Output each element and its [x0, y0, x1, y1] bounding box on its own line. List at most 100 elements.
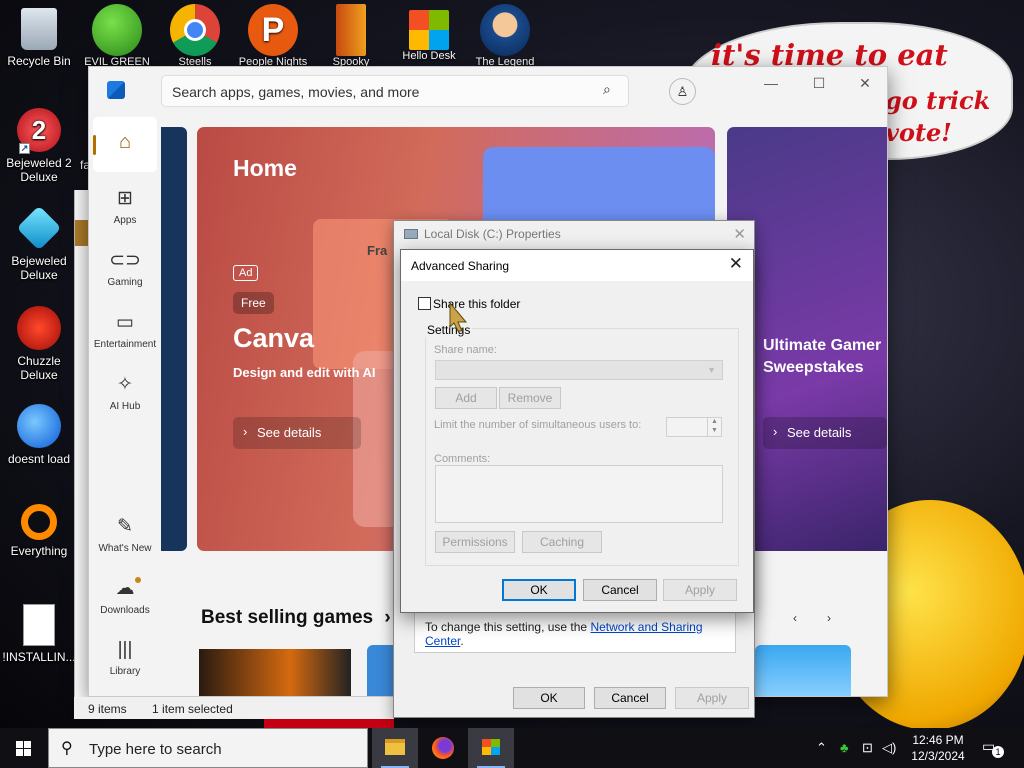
- permissions-button[interactable]: Permissions: [435, 531, 515, 553]
- share-name-dropdown[interactable]: ▼: [435, 360, 723, 380]
- taskbar: ⚲ Type here to search ⌃ ♣ ⊡ ◁) 12:46 PM …: [0, 728, 1024, 768]
- close-button[interactable]: ✕: [845, 75, 885, 95]
- share-name-label: Share name:: [434, 344, 497, 356]
- store-logo-icon: [107, 81, 125, 99]
- game-thumbnail[interactable]: [199, 649, 351, 696]
- taskbar-clock[interactable]: 12:46 PM 12/3/2024: [902, 732, 974, 764]
- limit-users-label: Limit the number of simultaneous users t…: [434, 419, 642, 431]
- share-this-folder-label[interactable]: Share this folder: [433, 297, 520, 311]
- add-button[interactable]: Add: [435, 387, 497, 409]
- apps-icon: ⊞: [117, 188, 133, 209]
- character-icon: [480, 4, 530, 56]
- stepper-up-icon[interactable]: ▲: [707, 418, 721, 427]
- carousel-arrows[interactable]: ‹›: [793, 611, 861, 625]
- everything-icon: [21, 504, 57, 540]
- desktop-icon-character[interactable]: The Legend: [470, 4, 540, 68]
- drive-icon: [404, 229, 418, 239]
- clock-time: 12:46 PM: [912, 733, 964, 747]
- properties-apply-button[interactable]: Apply: [675, 687, 749, 709]
- nav-whats-new[interactable]: ✎ What's New: [93, 515, 157, 554]
- notification-center-icon[interactable]: ▭ 1: [982, 738, 1004, 758]
- search-icon: ⚲: [61, 740, 73, 757]
- text-file-icon: [23, 604, 55, 646]
- taskbar-file-explorer[interactable]: [372, 728, 418, 768]
- start-button[interactable]: [0, 728, 48, 768]
- status-selected: 1 item selected: [152, 702, 233, 716]
- nav-apps[interactable]: ⊞ Apps: [93, 187, 157, 226]
- nav-library[interactable]: ||| Library: [93, 639, 157, 677]
- price-badge: Free: [233, 292, 274, 314]
- cancel-button[interactable]: Cancel: [583, 579, 657, 601]
- chevron-down-icon: ▼: [707, 365, 716, 375]
- desktop-icon-windows[interactable]: Hello Desk: [394, 4, 464, 62]
- nav-home[interactable]: ⌂: [93, 117, 157, 172]
- taskbar-store[interactable]: [468, 728, 514, 768]
- nav-ai-hub[interactable]: ✧ AI Hub: [93, 373, 157, 412]
- mouse-cursor-icon: [449, 302, 468, 332]
- profile-icon[interactable]: ♙: [669, 78, 696, 105]
- search-icon[interactable]: ⌕: [603, 81, 611, 98]
- maximize-button[interactable]: ☐: [799, 75, 839, 95]
- apply-button[interactable]: Apply: [663, 579, 737, 601]
- properties-cancel-button[interactable]: Cancel: [594, 687, 666, 709]
- downloads-badge: [135, 577, 141, 583]
- explorer-status-bar: 9 items 1 item selected: [74, 697, 394, 719]
- share-this-folder-checkbox[interactable]: [418, 297, 431, 310]
- store-titlebar: Search apps, games, movies, and more ⌕ ♙…: [89, 67, 887, 115]
- minimize-button[interactable]: —: [751, 75, 791, 95]
- see-details-button-2[interactable]: › See details: [763, 417, 887, 449]
- status-item-count: 9 items: [88, 702, 127, 716]
- desktop-icon-chrome[interactable]: Steells: [160, 4, 230, 68]
- limit-users-stepper[interactable]: ▲ ▼: [666, 417, 722, 437]
- chevron-up-icon[interactable]: ⌃: [816, 740, 827, 756]
- door-icon: [336, 4, 366, 56]
- properties-close-button[interactable]: ✕: [733, 225, 746, 243]
- ok-button[interactable]: OK: [502, 579, 576, 601]
- hero2-title: Ultimate Gamer Sweepstakes: [763, 337, 882, 376]
- desktop-icon-text-file[interactable]: !INSTALLIN...: [1, 604, 77, 664]
- bejeweled-icon: [16, 205, 62, 251]
- gamepad-icon: ⊂⊃: [109, 250, 141, 271]
- desktop-icon-everything[interactable]: Everything: [1, 504, 77, 558]
- taskbar-search-input[interactable]: ⚲ Type here to search: [48, 728, 368, 768]
- people-tray-icon[interactable]: ♣: [840, 740, 849, 755]
- desktop-icon-thunderbird[interactable]: doesnt load: [1, 404, 77, 466]
- film-icon: ▭: [116, 312, 134, 333]
- nav-entertainment[interactable]: ▭ Entertainment: [93, 311, 157, 350]
- best-selling-games-heading[interactable]: Best selling games ›: [201, 607, 391, 629]
- game-thumbnail[interactable]: [755, 645, 851, 696]
- nav-gaming[interactable]: ⊂⊃ Gaming: [93, 249, 157, 288]
- recycle-bin-icon: [21, 8, 57, 50]
- store-icon: [482, 739, 500, 755]
- hero-description: Design and edit with AI: [233, 365, 376, 380]
- close-icon[interactable]: ✕: [729, 254, 743, 274]
- caching-button[interactable]: Caching: [522, 531, 602, 553]
- whats-new-icon: ✎: [117, 516, 133, 537]
- desktop-icon-chuzzle[interactable]: Chuzzle Deluxe: [1, 306, 77, 382]
- desktop-icon-recycle-bin[interactable]: Recycle Bin: [1, 8, 77, 68]
- comments-textarea[interactable]: [435, 465, 723, 523]
- downloads-icon: ☁: [115, 578, 135, 599]
- see-details-button[interactable]: › See details: [233, 417, 361, 449]
- ad-badge: Ad: [233, 265, 259, 281]
- properties-ok-button[interactable]: OK: [513, 687, 585, 709]
- stepper-down-icon[interactable]: ▼: [707, 427, 721, 436]
- nav-downloads[interactable]: ☁ Downloads: [93, 577, 157, 616]
- comments-label: Comments:: [434, 453, 491, 465]
- properties-title: Local Disk (C:) Properties: [404, 227, 561, 241]
- card-partial-text: Fra: [367, 243, 388, 258]
- store-search-input[interactable]: Search apps, games, movies, and more: [161, 75, 629, 107]
- firefox-icon: [432, 737, 454, 759]
- page-title: Home: [233, 155, 297, 181]
- network-icon[interactable]: ⊡: [862, 740, 873, 756]
- desktop-icon-p-app[interactable]: P People Nights: [238, 4, 308, 68]
- desktop-icon-bejeweled2[interactable]: 2 ↗ Bejeweled 2 Deluxe: [1, 108, 77, 184]
- hero-previous-card[interactable]: [161, 127, 187, 551]
- desktop-icon-evil-green[interactable]: EVIL GREEN: [82, 4, 152, 68]
- desktop-icon-door[interactable]: Spooky: [316, 4, 386, 68]
- advanced-sharing-titlebar: Advanced Sharing ✕: [401, 250, 753, 281]
- taskbar-firefox[interactable]: [420, 728, 466, 768]
- volume-icon[interactable]: ◁): [882, 740, 896, 756]
- remove-button[interactable]: Remove: [499, 387, 561, 409]
- desktop-icon-bejeweled[interactable]: Bejeweled Deluxe: [1, 205, 77, 282]
